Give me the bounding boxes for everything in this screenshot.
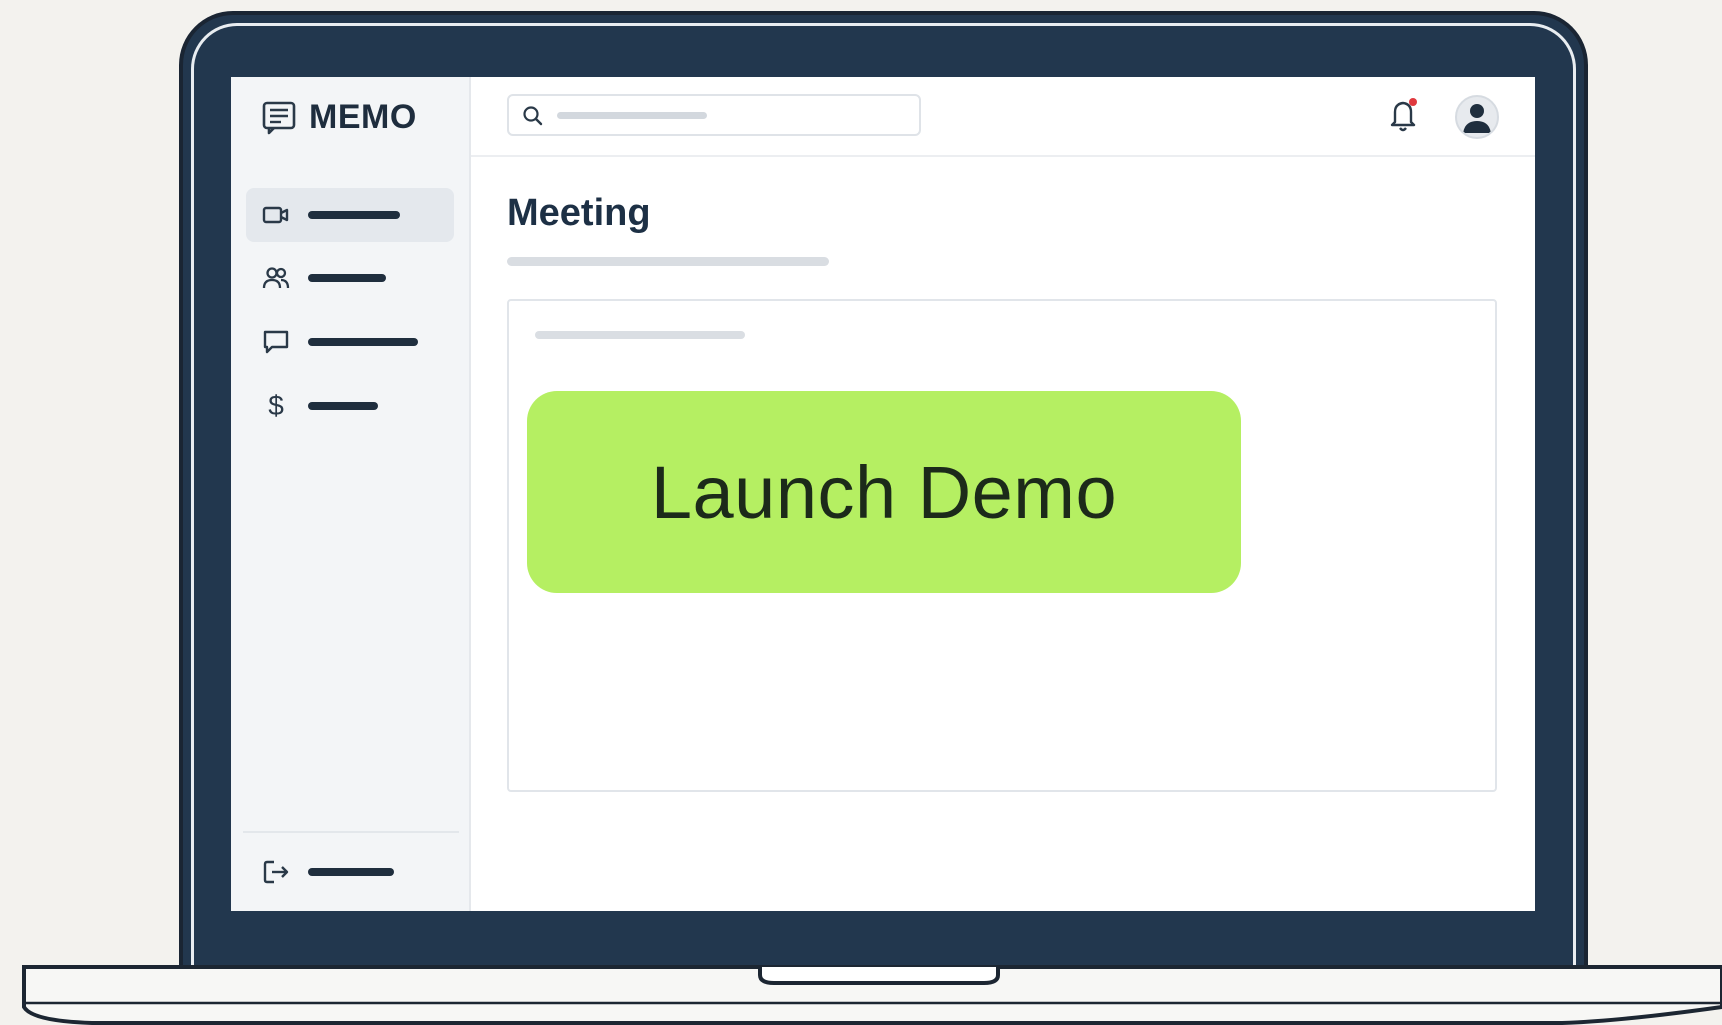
sidebar: MEMO $ — [231, 77, 471, 911]
sidebar-item-logout[interactable] — [246, 845, 454, 899]
sidebar-item-label — [308, 402, 378, 410]
top-bar — [471, 77, 1535, 157]
content-card: Launch Demo — [507, 299, 1497, 792]
launch-demo-button[interactable]: Launch Demo — [527, 391, 1241, 593]
logout-icon — [260, 856, 292, 888]
laptop-base — [22, 963, 1722, 1025]
sidebar-item-label — [308, 274, 386, 282]
sidebar-item-label — [308, 211, 400, 219]
sidebar-item-chat[interactable] — [246, 315, 454, 369]
bell-icon — [1390, 101, 1416, 132]
sidebar-item-video[interactable] — [246, 188, 454, 242]
user-avatar-icon — [1463, 104, 1491, 133]
search-input[interactable] — [507, 94, 921, 136]
people-icon — [260, 262, 292, 294]
card-heading-placeholder — [535, 331, 745, 339]
sidebar-item-label — [308, 868, 394, 876]
search-icon — [523, 106, 543, 126]
brand-logo[interactable]: MEMO — [261, 95, 417, 139]
page-subtitle-placeholder — [507, 257, 829, 266]
page-title: Meeting — [507, 192, 651, 234]
notification-badge — [1409, 98, 1417, 106]
video-camera-icon — [260, 199, 292, 231]
chat-bubble-icon — [260, 326, 292, 358]
memo-note-icon — [262, 101, 296, 135]
brand-name: MEMO — [309, 97, 417, 136]
sidebar-item-label — [308, 338, 418, 346]
notifications-button[interactable] — [1384, 94, 1424, 136]
dollar-icon: $ — [268, 390, 284, 421]
sidebar-item-people[interactable] — [246, 251, 454, 305]
sidebar-item-billing[interactable]: $ — [246, 379, 454, 433]
app-screen: MEMO $ Meeting Launch Demo — [231, 77, 1535, 911]
search-placeholder — [557, 112, 707, 119]
sidebar-divider — [243, 831, 459, 833]
user-avatar[interactable] — [1455, 95, 1499, 139]
